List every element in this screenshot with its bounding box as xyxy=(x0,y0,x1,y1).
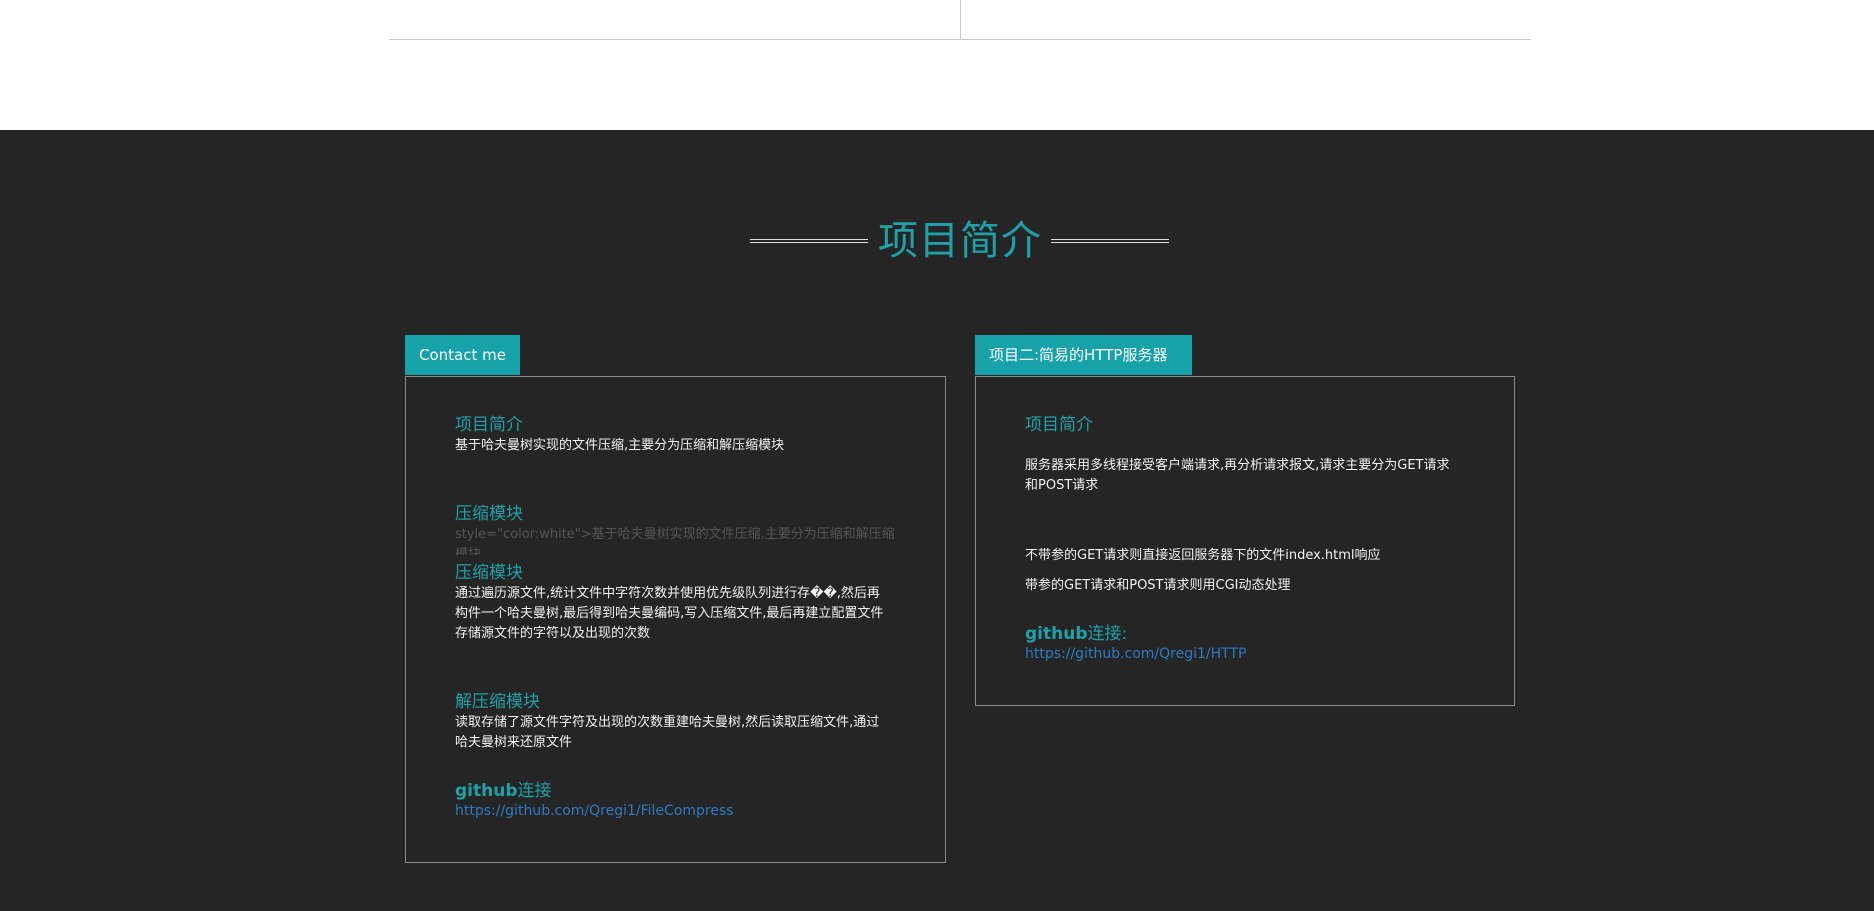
decompress-text: 读取存储了源文件字符及出现的次数重建哈夫曼树,然后读取压缩文件,通过哈夫曼树来还… xyxy=(455,715,880,750)
horizontal-rule xyxy=(389,39,1531,40)
compress-title: 压缩模块 xyxy=(455,504,523,524)
compress-text: 通过遍历源文件,统计文件中字符次数并使用优先级队列进行存��,然后再构件一个哈夫… xyxy=(455,586,884,641)
heading-decor-line-left xyxy=(750,239,868,243)
get-request-text: 不带参的GET请求则直接返回服务器下的文件index.html响应 xyxy=(1025,548,1381,563)
github-link[interactable]: https://github.com/Qregi1/HTTP xyxy=(1025,644,1246,664)
top-section xyxy=(0,0,1874,130)
compress-title-duplicate: 压缩模块 xyxy=(455,563,523,583)
github-heading: github连接 xyxy=(455,780,552,802)
github-bold: github xyxy=(1025,624,1088,644)
intro-title: 项目简介 xyxy=(1025,415,1093,435)
section-title: 项目简介 xyxy=(878,218,1042,264)
github-heading: github连接: xyxy=(1025,623,1127,645)
intro-text: 基于哈夫曼树实现的文件压缩,主要分为压缩和解压缩模块 xyxy=(455,438,785,453)
github-link[interactable]: https://github.com/Qregi1/FileCompress xyxy=(455,801,734,821)
tab-contact-me[interactable]: Contact me xyxy=(405,335,520,375)
tab-http-server[interactable]: 项目二:简易的HTTP服务器 xyxy=(975,335,1192,375)
github-bold: github xyxy=(455,781,518,801)
decompress-title: 解压缩模块 xyxy=(455,692,540,712)
column-divider xyxy=(960,0,961,39)
heading-decor-line-right xyxy=(1051,239,1169,243)
section-heading: 项目简介 xyxy=(0,216,1874,266)
ghost-text: style="color:white">基于哈夫曼树实现的文件压缩,主要分为压缩… xyxy=(455,527,895,555)
post-request-text: 带参的GET请求和POST请求则用CGI动态处理 xyxy=(1025,578,1291,593)
github-rest: 连接 xyxy=(517,781,552,801)
intro-title: 项目简介 xyxy=(455,415,523,435)
intro-text: 服务器采用多线程接受客户端请求,再分析请求报文,请求主要分为GET请求和POST… xyxy=(1025,458,1450,493)
github-rest: 连接: xyxy=(1087,624,1128,644)
